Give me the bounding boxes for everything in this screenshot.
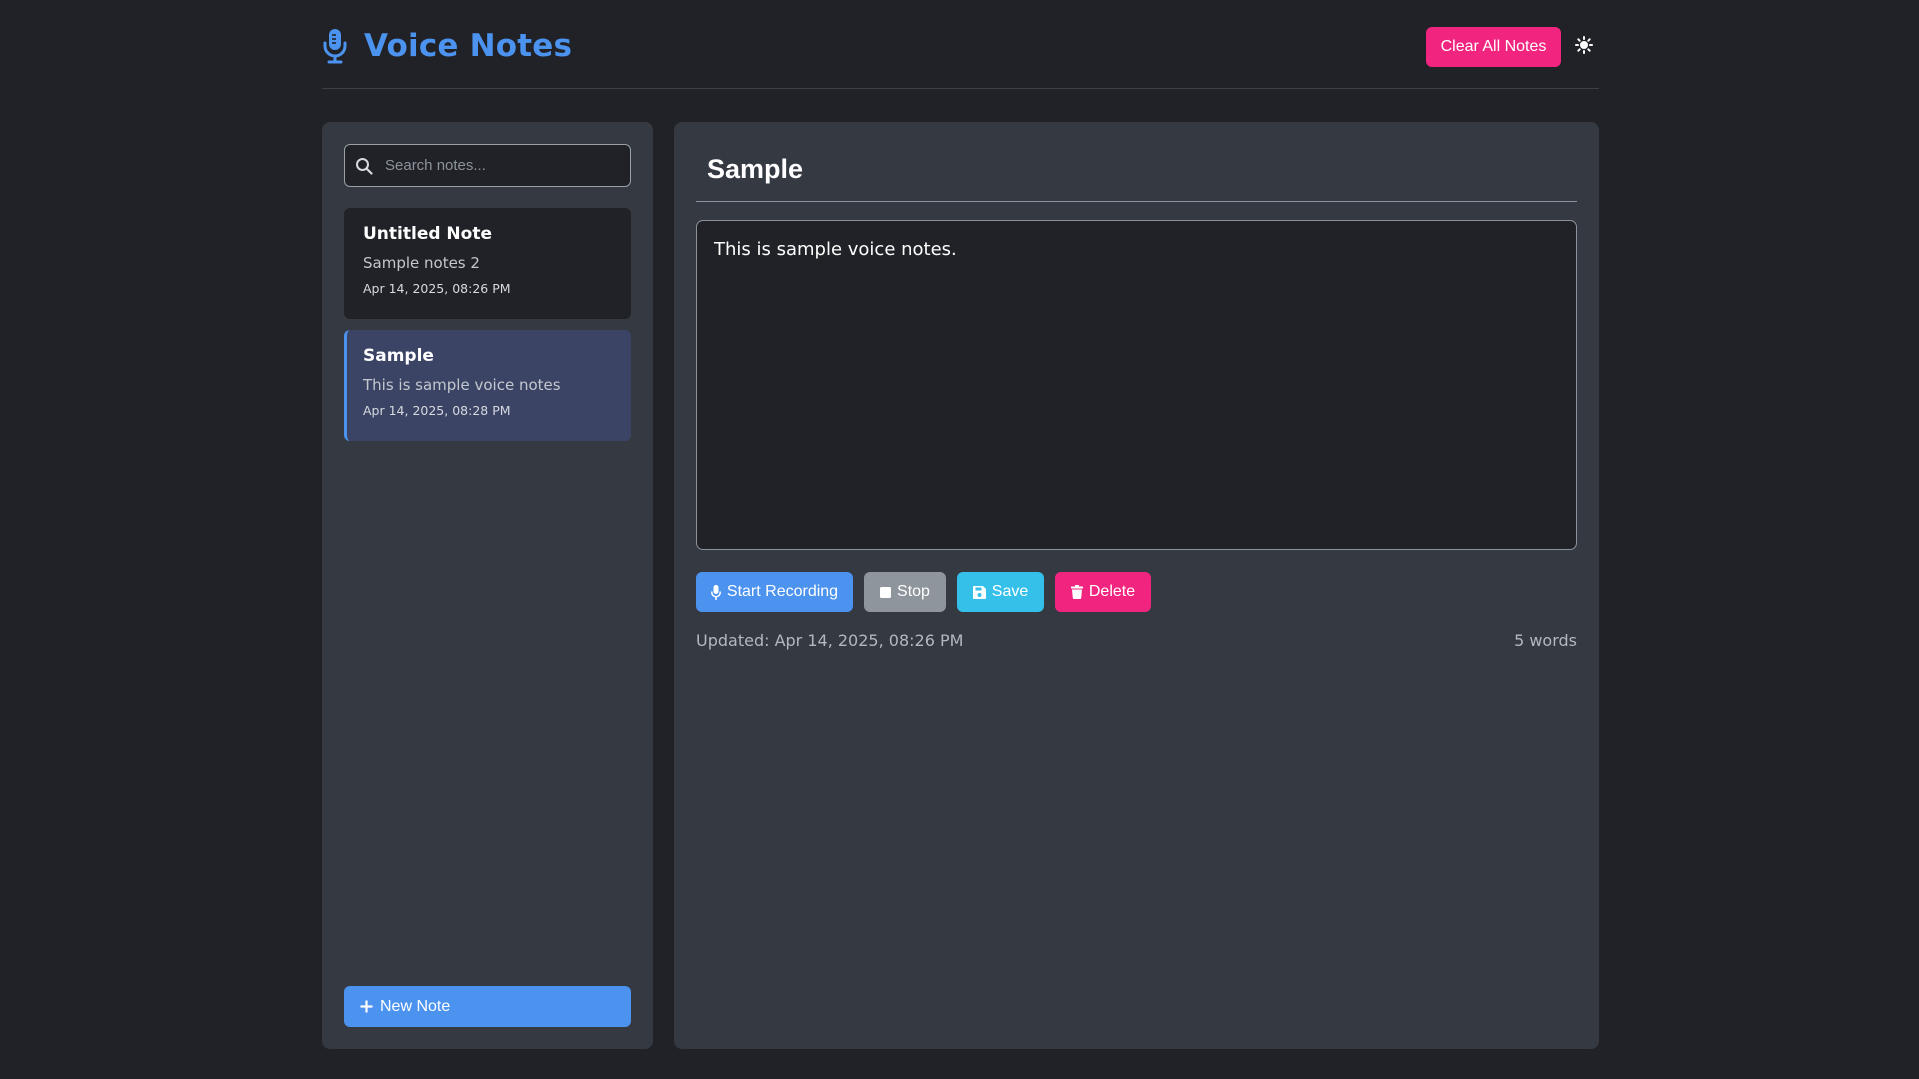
note-preview: Sample notes 2 [363, 254, 480, 272]
save-label: Save [991, 583, 1029, 600]
updated-timestamp: Updated: Apr 14, 2025, 08:26 PM [696, 631, 964, 650]
note-editor: Sample This is sample voice notes. Start… [674, 122, 1599, 1049]
note-title-field[interactable]: Sample [696, 144, 1577, 202]
floppy-disk-icon [972, 585, 992, 599]
app-title: Voice Notes [364, 28, 573, 64]
save-button[interactable]: Save [957, 572, 1044, 612]
sun-icon [1575, 36, 1593, 58]
note-card-sample[interactable]: Sample This is sample voice notes Apr 14… [344, 330, 631, 441]
start-recording-button[interactable]: Start Recording [696, 572, 853, 612]
search-box [344, 144, 631, 187]
note-card-untitled-note[interactable]: Untitled Note Sample notes 2 Apr 14, 202… [344, 208, 631, 319]
theme-toggle-button[interactable] [1571, 34, 1597, 60]
trash-icon [1070, 585, 1089, 599]
editor-actions: Start Recording Stop Save Delete [696, 572, 1162, 612]
stop-icon [880, 586, 897, 598]
search-input[interactable] [383, 145, 630, 186]
note-date: Apr 14, 2025, 08:28 PM [363, 403, 511, 418]
new-note-button[interactable]: New Note [344, 986, 631, 1027]
note-title: Sample [363, 346, 434, 366]
note-preview: This is sample voice notes [363, 376, 561, 394]
stop-label: Stop [897, 583, 930, 600]
note-list: Untitled Note Sample notes 2 Apr 14, 202… [344, 208, 631, 452]
clear-all-notes-button[interactable]: Clear All Notes [1426, 27, 1561, 67]
note-body-textarea[interactable]: This is sample voice notes. [696, 220, 1577, 550]
delete-button[interactable]: Delete [1055, 572, 1151, 612]
delete-label: Delete [1088, 583, 1136, 600]
note-date: Apr 14, 2025, 08:26 PM [363, 281, 511, 296]
brand: Voice Notes [322, 26, 572, 66]
search-icon [355, 157, 373, 175]
stop-button[interactable]: Stop [864, 572, 946, 612]
app-header: Voice Notes Clear All Notes [322, 0, 1599, 89]
notes-sidebar: Untitled Note Sample notes 2 Apr 14, 202… [322, 122, 653, 1049]
app-root: Voice Notes Clear All Notes Search notes… [322, 0, 1599, 1079]
new-note-label: New Note [380, 997, 451, 1015]
plus-icon [360, 1000, 380, 1013]
microphone-icon [710, 584, 727, 600]
word-count: 5 words [1514, 631, 1577, 650]
note-title: Untitled Note [363, 224, 492, 244]
microphone-icon [322, 28, 348, 64]
start-recording-label: Start Recording [726, 583, 839, 600]
